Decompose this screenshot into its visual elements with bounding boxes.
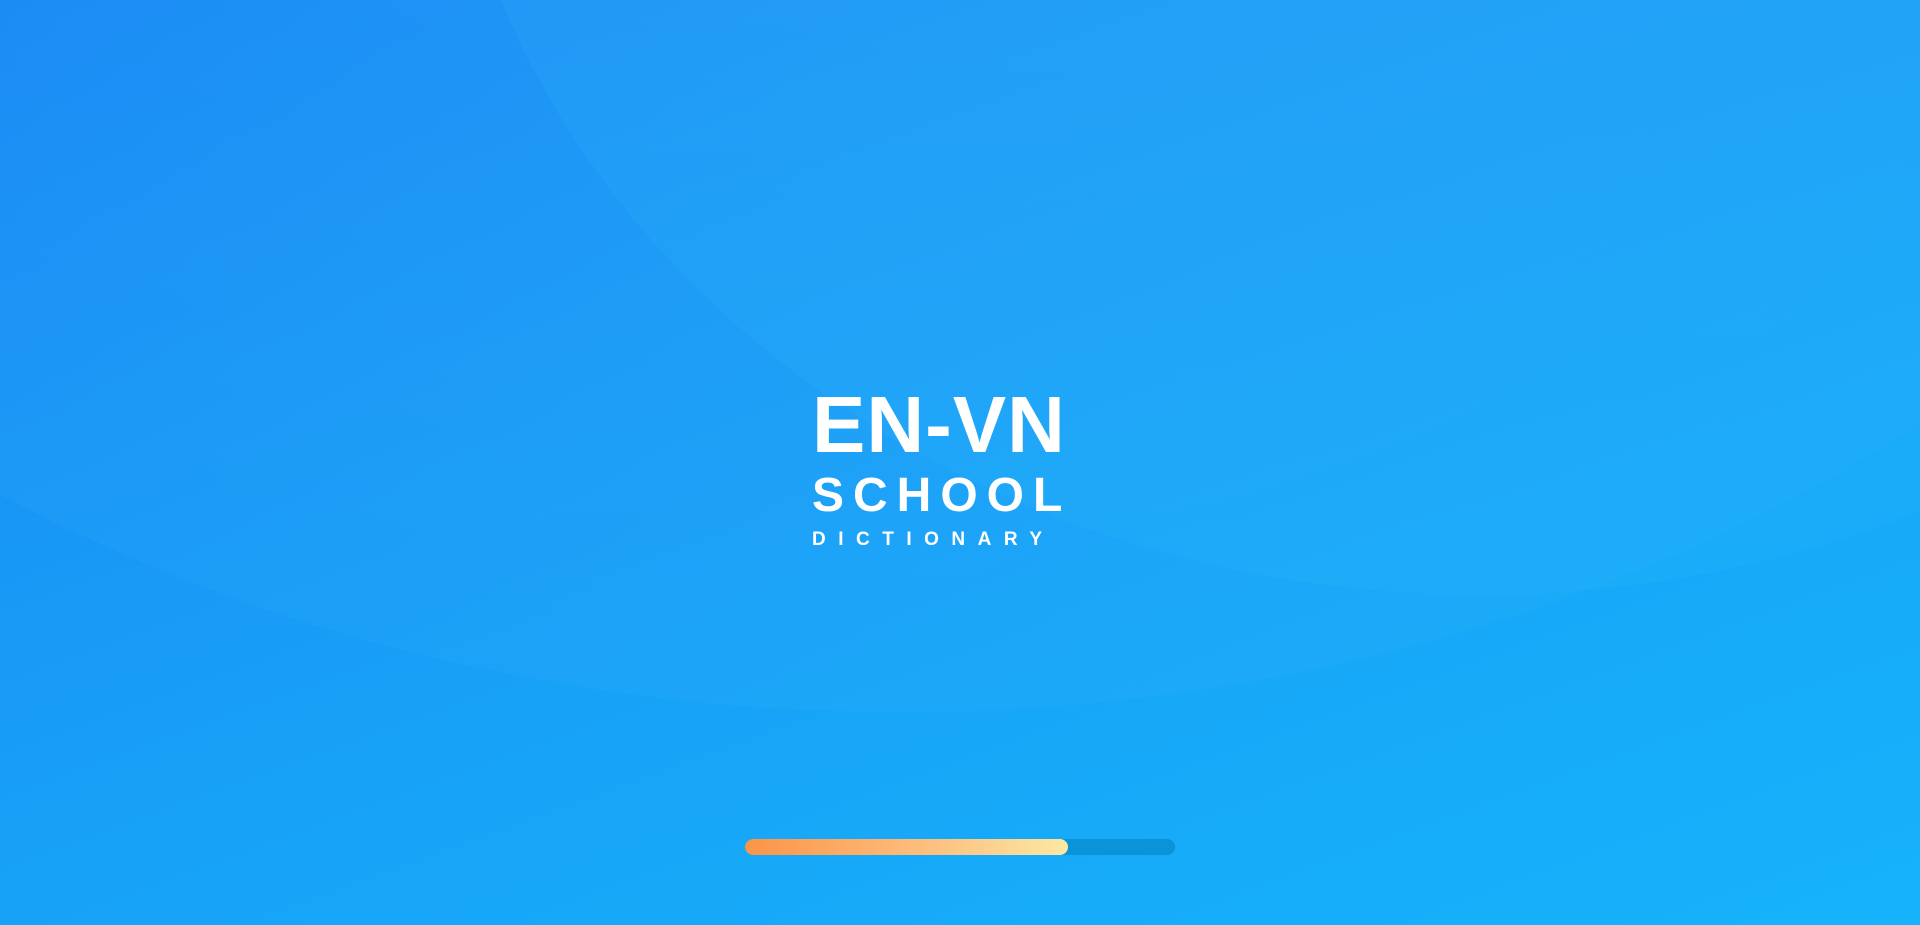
logo-title: EN-VN [812,380,1066,469]
loading-progress-bar [745,839,1175,855]
logo-subtitle: SCHOOL [812,469,1072,522]
app-logo: EN-VN SCHOOL DICTIONARY [812,380,1112,552]
logo-tagline: DICTIONARY [812,529,1055,550]
loading-progress-fill [745,839,1068,855]
